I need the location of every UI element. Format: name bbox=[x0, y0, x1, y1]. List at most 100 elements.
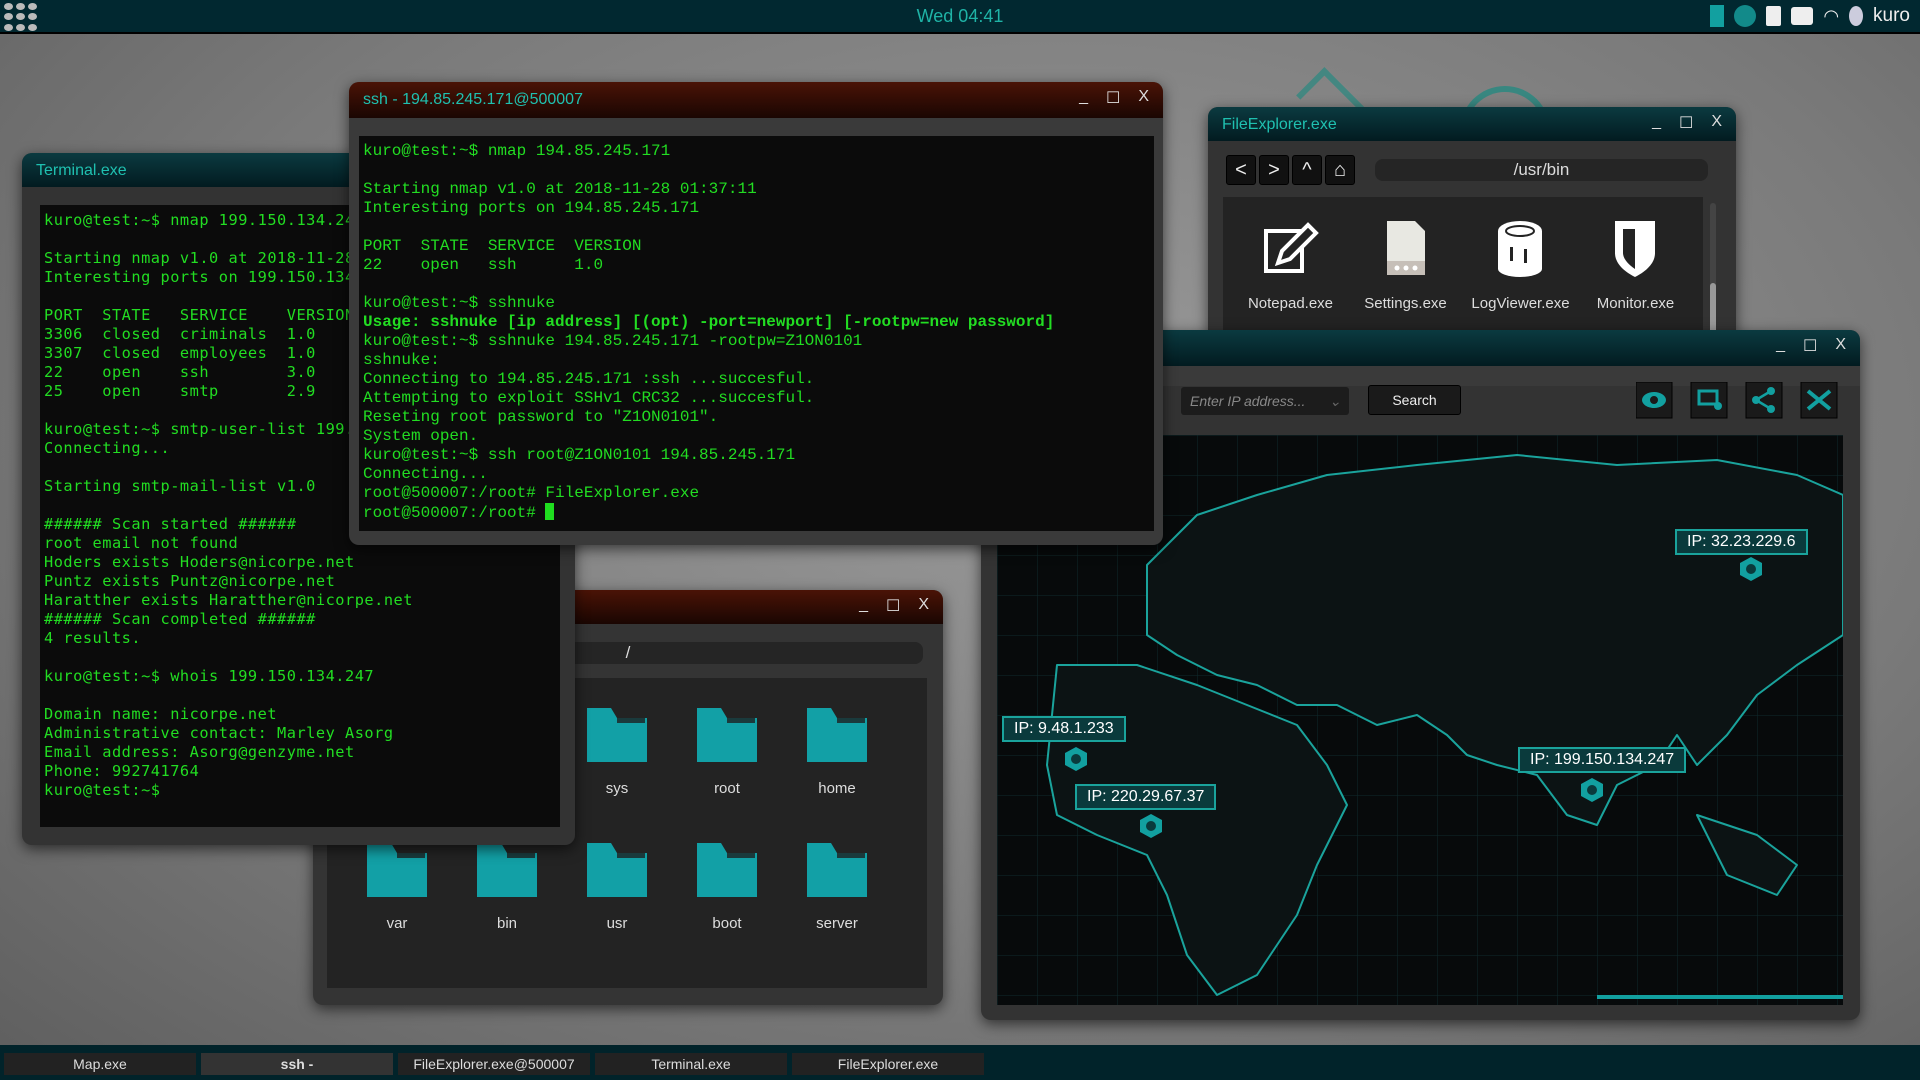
back-button[interactable]: < bbox=[1226, 155, 1256, 185]
file-label: Settings.exe bbox=[1364, 295, 1447, 312]
terminal-line: kuro@test:~$ sshnuke bbox=[363, 294, 556, 312]
terminal-line: 22 open ssh 1.0 bbox=[363, 256, 604, 274]
file-explorer-titlebar[interactable]: FileExplorer.exe _ ☐ X bbox=[1208, 107, 1736, 141]
folder-label: sys bbox=[605, 780, 629, 797]
search-button[interactable]: Search bbox=[1368, 385, 1461, 415]
globe-icon[interactable] bbox=[1734, 5, 1757, 27]
close-button[interactable]: X bbox=[1711, 113, 1722, 133]
top-bar: Wed 04:41 ◠ kuro bbox=[0, 0, 1920, 34]
folder-label: server bbox=[816, 915, 858, 932]
ip-input-placeholder: Enter IP address... bbox=[1190, 393, 1306, 409]
ssh-terminal-output[interactable]: kuro@test:~$ nmap 194.85.245.171 Starting… bbox=[359, 136, 1154, 531]
maximize-button[interactable]: ☐ bbox=[1803, 336, 1817, 356]
share-icon[interactable] bbox=[1745, 382, 1783, 419]
hexagon-node-icon[interactable] bbox=[1138, 813, 1164, 839]
folder-item[interactable]: home bbox=[782, 708, 892, 828]
up-button[interactable]: ^ bbox=[1292, 155, 1322, 185]
ssh-titlebar[interactable]: ssh - 194.85.245.171@500007 _ ☐ X bbox=[349, 82, 1163, 118]
ip-node-label[interactable]: IP: 9.48.1.233 bbox=[1002, 716, 1126, 742]
ip-node-label[interactable]: IP: 199.150.134.247 bbox=[1518, 747, 1687, 773]
close-button[interactable]: X bbox=[918, 596, 929, 616]
hexagon-node-icon[interactable] bbox=[1738, 556, 1764, 582]
folder-label: root bbox=[714, 780, 740, 797]
terminal-line: Reseting root password to "Z1ON0101". bbox=[363, 408, 719, 426]
folder-item[interactable]: root bbox=[672, 708, 782, 828]
wifi-icon[interactable]: ◠ bbox=[1823, 6, 1839, 27]
minimize-button[interactable]: _ bbox=[1776, 336, 1785, 356]
maximize-button[interactable]: ☐ bbox=[1106, 88, 1120, 108]
terminal-line: PORT STATE SERVICE VERSION bbox=[363, 237, 642, 255]
file-item[interactable]: Notepad.exe bbox=[1233, 217, 1348, 332]
ip-node-label[interactable]: IP: 220.29.67.37 bbox=[1075, 784, 1217, 810]
terminal-line: Domain name: nicorpe.net bbox=[44, 705, 278, 723]
terminal-line: Puntz exists Puntz@nicorpe.net bbox=[44, 572, 336, 590]
terminal-line: System open. bbox=[363, 427, 479, 445]
terminal-line: Connecting to 194.85.245.171 :ssh ...suc… bbox=[363, 370, 815, 388]
folder-icon bbox=[807, 708, 867, 767]
taskbar: Map.exe ssh - FileExplorer.exe@500007 Termi… bbox=[0, 1045, 1920, 1080]
minimize-button[interactable]: _ bbox=[1652, 113, 1661, 133]
clipboard-icon[interactable] bbox=[1766, 6, 1782, 26]
window-title: FileExplorer.exe bbox=[1222, 116, 1337, 133]
folder-icon bbox=[697, 843, 757, 902]
terminal-line: Interesting ports on 194.85.245.171 bbox=[363, 199, 700, 217]
clock: Wed 04:41 bbox=[916, 6, 1004, 26]
taskbar-item[interactable]: FileExplorer.exe@500007 bbox=[398, 1053, 590, 1075]
folder-item[interactable]: boot bbox=[672, 843, 782, 963]
taskbar-item[interactable]: ssh - bbox=[201, 1053, 393, 1075]
folder-item[interactable]: bin bbox=[452, 843, 562, 963]
prompt: root@500007:/root# bbox=[363, 504, 546, 522]
folder-item[interactable]: var bbox=[342, 843, 452, 963]
folder-label: var bbox=[386, 915, 408, 932]
folder-item[interactable]: server bbox=[782, 843, 892, 963]
terminal-line: kuro@test:~$ nmap 194.85.245.171 bbox=[363, 142, 671, 160]
user-icon[interactable] bbox=[1849, 6, 1864, 26]
terminal-line: kuro@test:~$ bbox=[44, 781, 161, 799]
file-item[interactable]: Monitor.exe bbox=[1578, 217, 1693, 332]
folder-icon bbox=[587, 708, 647, 767]
terminal-line: 4 results. bbox=[44, 629, 142, 647]
taskbar-item[interactable]: FileExplorer.exe bbox=[792, 1053, 984, 1075]
close-button[interactable]: X bbox=[1138, 88, 1149, 108]
close-button[interactable]: X bbox=[1835, 336, 1846, 356]
taskbar-item[interactable]: Terminal.exe bbox=[595, 1053, 787, 1075]
window-title: Terminal.exe bbox=[36, 162, 127, 179]
folder-item[interactable]: sys bbox=[562, 708, 672, 828]
terminal-line: Haratther exists Haratther@nicorpe.net bbox=[44, 591, 413, 609]
chat-icon[interactable] bbox=[1791, 7, 1814, 25]
hexagon-node-icon[interactable] bbox=[1579, 777, 1605, 803]
settings-file-icon bbox=[1373, 217, 1437, 284]
chevron-down-icon: ⌄ bbox=[1329, 393, 1341, 409]
file-explorer-window: FileExplorer.exe _ ☐ X < > ^ ⌂ /usr/bin No… bbox=[1208, 107, 1736, 367]
file-label: LogViewer.exe bbox=[1471, 295, 1570, 312]
folder-icon bbox=[807, 843, 867, 902]
taskbar-item[interactable]: Map.exe bbox=[4, 1053, 196, 1075]
minimize-button[interactable]: _ bbox=[859, 596, 868, 616]
shuffle-icon[interactable] bbox=[1800, 382, 1838, 419]
file-item[interactable]: LogViewer.exe bbox=[1463, 217, 1578, 332]
shield-icon bbox=[1603, 217, 1667, 284]
folder-icon bbox=[697, 708, 757, 767]
folder-icon bbox=[477, 843, 537, 902]
folder-item[interactable]: usr bbox=[562, 843, 672, 963]
eye-icon[interactable] bbox=[1636, 382, 1673, 419]
maximize-button[interactable]: ☐ bbox=[886, 596, 900, 616]
file-item[interactable]: Settings.exe bbox=[1348, 217, 1463, 332]
terminal-line: kuro@test:~$ whois 199.150.134.247 bbox=[44, 667, 375, 685]
folder-icon bbox=[367, 843, 427, 902]
home-button[interactable]: ⌂ bbox=[1325, 155, 1355, 185]
add-monitor-icon[interactable] bbox=[1690, 382, 1728, 419]
forward-button[interactable]: > bbox=[1259, 155, 1289, 185]
battery-icon[interactable] bbox=[1710, 5, 1725, 27]
path-bar[interactable]: /usr/bin bbox=[1375, 159, 1708, 181]
system-tray: ◠ kuro bbox=[1710, 5, 1910, 27]
maximize-button[interactable]: ☐ bbox=[1679, 113, 1693, 133]
window-title: ssh - 194.85.245.171@500007 bbox=[363, 91, 583, 108]
ip-node-label[interactable]: IP: 32.23.229.6 bbox=[1675, 529, 1808, 555]
hexagon-node-icon[interactable] bbox=[1063, 746, 1089, 772]
minimize-button[interactable]: _ bbox=[1079, 88, 1088, 108]
terminal-line: Phone: 992741764 bbox=[44, 762, 200, 780]
ip-input[interactable]: Enter IP address... ⌄ bbox=[1181, 387, 1349, 415]
folder-label: bin bbox=[496, 915, 518, 932]
scrollbar[interactable] bbox=[1710, 203, 1716, 343]
